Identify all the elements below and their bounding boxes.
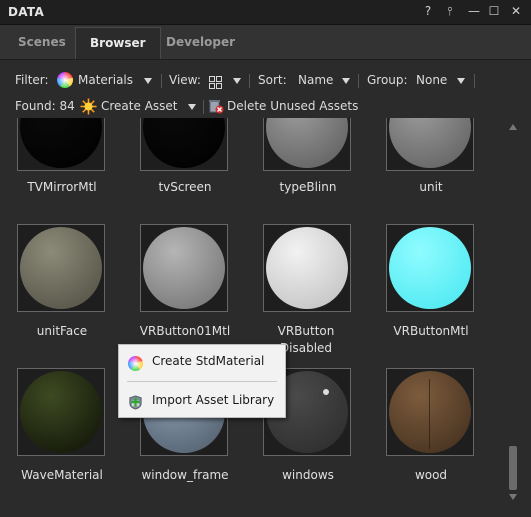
group-label: Group: — [367, 73, 408, 87]
menu-item-create-stdmaterial[interactable]: Create StdMaterial — [119, 348, 285, 374]
asset-name: unitFace — [36, 324, 88, 338]
asset-name: VRButtonMtl — [393, 324, 469, 338]
grid-view-icon[interactable] — [209, 74, 222, 96]
material-sphere — [143, 227, 225, 309]
scrollbar-thumb[interactable] — [509, 446, 517, 490]
toolbar-divider — [203, 100, 204, 114]
asset-name: TVMirrorMtl — [27, 180, 97, 194]
delete-unused-assets-button[interactable]: Delete Unused Assets — [227, 95, 358, 117]
sort-label: Sort: — [258, 73, 287, 87]
asset-thumbnail — [140, 224, 228, 312]
group-dropdown[interactable]: None — [416, 69, 447, 91]
filter-dropdown-caret[interactable] — [144, 69, 152, 91]
toolbar: Filter: Materials View: Sort: Name Group… — [0, 60, 531, 118]
menu-item-import-asset-library[interactable]: Import Asset Library — [119, 387, 285, 413]
asset-thumbnail — [263, 224, 351, 312]
color-wheel-icon[interactable] — [56, 72, 74, 95]
scroll-down-arrow[interactable] — [509, 494, 517, 500]
material-sphere — [20, 118, 102, 168]
minimize-icon[interactable]: — — [467, 4, 481, 18]
asset-item[interactable]: VRButtonMtl — [386, 224, 476, 369]
asset-item[interactable]: wood — [386, 368, 476, 513]
toolbar-row-2: Found: 84 Create Asset Delete Unused Ass… — [0, 95, 531, 117]
tab-developer[interactable]: Developer — [152, 27, 249, 59]
material-sphere — [266, 227, 348, 309]
toolbar-divider — [358, 74, 359, 88]
pin-icon[interactable]: ⫯ — [443, 4, 457, 18]
toolbar-divider — [161, 74, 162, 88]
create-asset-button[interactable]: Create Asset — [101, 95, 178, 117]
asset-name: window_frame — [141, 468, 229, 482]
toolbar-row-1: Filter: Materials View: Sort: Name Group… — [0, 69, 531, 91]
asset-thumbnail — [386, 118, 474, 171]
color-wheel-icon — [127, 354, 144, 372]
asset-name: VRButton01Mtl — [139, 324, 231, 338]
asset-thumbnail — [263, 118, 351, 171]
asset-thumbnail — [17, 224, 105, 312]
asset-item[interactable]: WaveMaterial — [17, 368, 107, 513]
menu-divider — [127, 381, 277, 382]
asset-item[interactable]: tvScreen — [140, 118, 230, 228]
filter-label: Filter: — [15, 73, 49, 87]
material-sphere — [389, 118, 471, 168]
material-sphere — [266, 118, 348, 168]
asset-thumbnail — [386, 368, 474, 456]
filter-dropdown[interactable]: Materials — [78, 69, 133, 91]
toolbar-divider — [474, 74, 475, 88]
tab-browser[interactable]: Browser — [75, 27, 161, 59]
toolbar-divider — [249, 74, 250, 88]
asset-name: windows — [282, 468, 334, 482]
view-label: View: — [169, 73, 201, 87]
material-sphere — [389, 371, 471, 453]
material-sphere — [20, 227, 102, 309]
asset-thumbnail — [386, 224, 474, 312]
menu-item-label: Import Asset Library — [152, 393, 275, 407]
asset-name: WaveMaterial — [21, 468, 103, 482]
asset-thumbnail — [17, 118, 105, 171]
asset-name: tvScreen — [158, 180, 212, 194]
wood-grain-line — [429, 379, 430, 449]
tab-scenes[interactable]: Scenes — [4, 27, 80, 59]
title-bar: DATA ? ⫯ — ☐ ✕ — [0, 0, 531, 25]
asset-item[interactable]: TVMirrorMtl — [17, 118, 107, 228]
close-icon[interactable]: ✕ — [509, 4, 523, 18]
context-menu: Create StdMaterial Import Asset Library — [118, 344, 286, 418]
help-icon[interactable]: ? — [421, 4, 435, 18]
material-sphere — [389, 227, 471, 309]
menu-item-label: Create StdMaterial — [152, 354, 265, 368]
asset-thumbnail — [140, 118, 228, 171]
asset-name: wood — [414, 468, 448, 482]
create-asset-caret[interactable] — [188, 95, 196, 117]
asset-item[interactable]: unit — [386, 118, 476, 228]
sort-dropdown[interactable]: Name — [298, 69, 333, 91]
import-library-icon — [128, 393, 142, 410]
group-dropdown-caret[interactable] — [457, 69, 465, 91]
view-dropdown-caret[interactable] — [233, 69, 241, 91]
maximize-icon[interactable]: ☐ — [487, 4, 501, 18]
asset-item[interactable]: unitFace — [17, 224, 107, 369]
asset-name: unit — [419, 180, 443, 194]
asset-name: typeBlinn — [279, 180, 337, 194]
tab-bar: Scenes Browser Developer — [0, 25, 531, 60]
asset-thumbnail — [17, 368, 105, 456]
material-sphere — [143, 118, 225, 168]
asset-grid: TVMirrorMtl tvScreen typeBlinn unit unit… — [0, 118, 502, 517]
scroll-up-arrow[interactable] — [509, 124, 517, 130]
found-count: Found: 84 — [15, 99, 75, 113]
sort-dropdown-caret[interactable] — [342, 69, 350, 91]
highlight-spot — [323, 389, 329, 395]
vertical-scrollbar[interactable] — [505, 118, 523, 508]
window-title: DATA — [8, 5, 45, 19]
asset-item[interactable]: typeBlinn — [263, 118, 353, 228]
material-sphere — [20, 371, 102, 453]
